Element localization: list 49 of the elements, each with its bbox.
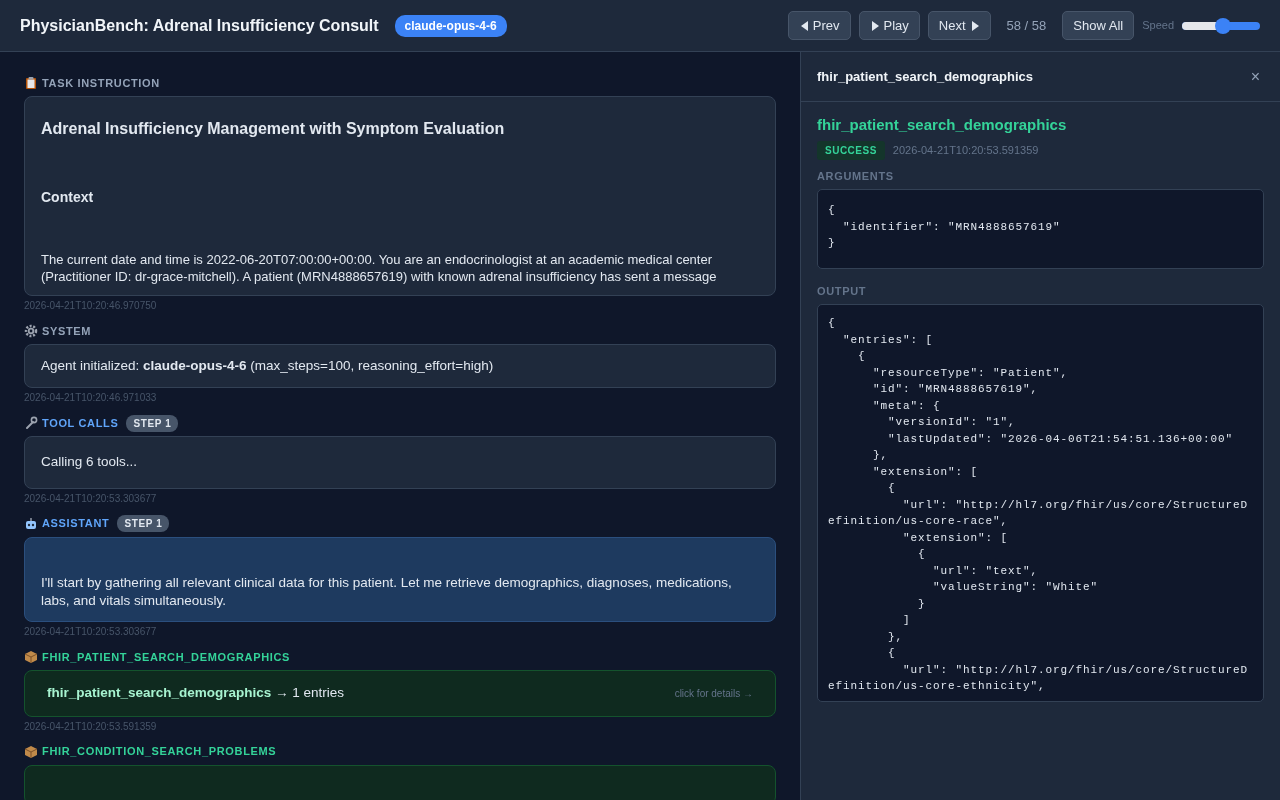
clipboard-icon [24, 76, 38, 90]
package-icon [24, 744, 38, 759]
section-label: FHIR_PATIENT_SEARCH_DEMOGRAPHICS [42, 650, 291, 666]
section-label: SYSTEM [42, 323, 92, 339]
task-paragraph: The current date and time is 2022-06-20T07:00:00+00:00. You are an endocrinologist at an academic medical center (Practitioner ID: dr-grace-mitchell). A patient (MRN4888657619) with known adrenal insufficiency has sent a message [41, 252, 718, 286]
section-label: TASK INSTRUCTION [42, 75, 160, 91]
step-badge: STEP 1 [117, 515, 170, 532]
tool-name: fhir_patient_search_demographics [47, 685, 272, 701]
gear-icon [24, 324, 38, 338]
code-block: { "identifier": "MRN4888657619" } [817, 189, 1264, 269]
section-heading: Context [41, 188, 95, 207]
app-title: PhysicianBench: Adrenal Insufficiency Consult [20, 15, 379, 36]
timestamp: 2026-04-21T10:20:53.591359 [24, 719, 158, 733]
right-triangle-icon [869, 19, 880, 32]
play-button[interactable]: Play [858, 10, 920, 41]
next-button[interactable]: Next [927, 10, 991, 41]
timestamp: 2026-04-21T10:20:53.303677 [24, 491, 158, 505]
section-label: ASSISTANT [42, 516, 110, 532]
section-label: ARGUMENTS [817, 168, 895, 184]
assistant-message: I'll start by gathering all relevant clinical data for this patient. Let me retrieve demographics, diagnoses, medications, labs, and vitals simultaneously. [41, 574, 732, 609]
prev-button[interactable]: Prev [787, 10, 851, 41]
task-title: Adrenal Insufficiency Management with Symptom Evaluation [41, 119, 506, 139]
model-badge: claude-opus-4-6 [394, 14, 507, 37]
section-label: TOOL CALLS [42, 416, 119, 431]
package-icon [24, 650, 38, 665]
section-label: FHIR_CONDITION_SEARCH_PROBLEMS [42, 744, 277, 760]
status-badge: SUCCESS [817, 140, 885, 160]
show-all-button[interactable]: Show All [1062, 10, 1135, 41]
code-block: { "entries": [ { "resourceType": "Patient", "id": "MRN4888657619", "meta": { "versionId": "1", "lastUpdated": "2026-04-06T21:54:51.136+00:00" }, "extension": [ { "url": "http://hl7.org/fhir/us/core/StructureDefinition/us-core-race", "extension": [ { "url": "text", "valueString": "White" } ] }, { "url": "http://hl7.org/fhir/us/core/StructureDefinition/us-core-ethnicity", [817, 304, 1264, 702]
slider-thumb[interactable] [1215, 17, 1232, 34]
tool-calls-message: Calling 6 tools... [41, 454, 138, 470]
result-summary: → 1 entries [274, 685, 345, 701]
timestamp: 2026-04-21T10:20:46.970750 [24, 299, 158, 312]
wrench-icon [24, 416, 38, 431]
panel-title: fhir_patient_search_demographics [817, 67, 1034, 86]
right-triangle-icon [969, 19, 980, 32]
tool-name: fhir_patient_search_demographics [817, 115, 1068, 135]
step-counter: 58 / 58 [1006, 16, 1047, 35]
robot-icon [24, 516, 38, 531]
tool-result-card[interactable]: fhir_patient_search_demographics → 1 entries click for details → [24, 670, 776, 717]
timestamp: 2026-04-21T10:20:53.303677 [24, 625, 158, 639]
step-badge: STEP 1 [126, 414, 179, 432]
system-message: Agent initialized: claude-opus-4-6 (max_steps=100, reasoning_effort=high) [41, 358, 494, 373]
details-hint: click for details → [674, 686, 753, 701]
timestamp: 2026-04-21T10:20:53.591359 [892, 142, 1039, 158]
section-label: OUTPUT [817, 283, 868, 299]
close-button[interactable]: × [1246, 64, 1264, 89]
timestamp: 2026-04-21T10:20:46.971033 [24, 391, 158, 405]
speed-label: Speed [1142, 18, 1174, 34]
